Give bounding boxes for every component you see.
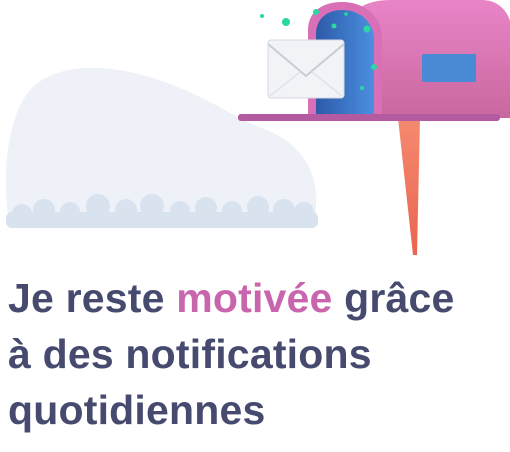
notification-onboarding-card: Je reste motivée grâce à des notificatio… (0, 0, 510, 452)
mailbox-illustration (5, 0, 510, 255)
headline-line3: quotidiennes (8, 387, 266, 433)
flag-icon (422, 54, 476, 82)
mailbox-post (398, 118, 420, 255)
headline-line2: à des notifications (8, 331, 372, 377)
headline-line1-start: Je reste (8, 275, 177, 321)
headline: Je reste motivée grâce à des notificatio… (8, 270, 508, 438)
headline-highlight: motivée (176, 275, 333, 321)
envelope-icon (267, 39, 345, 99)
headline-line1-end: grâce (332, 275, 455, 321)
